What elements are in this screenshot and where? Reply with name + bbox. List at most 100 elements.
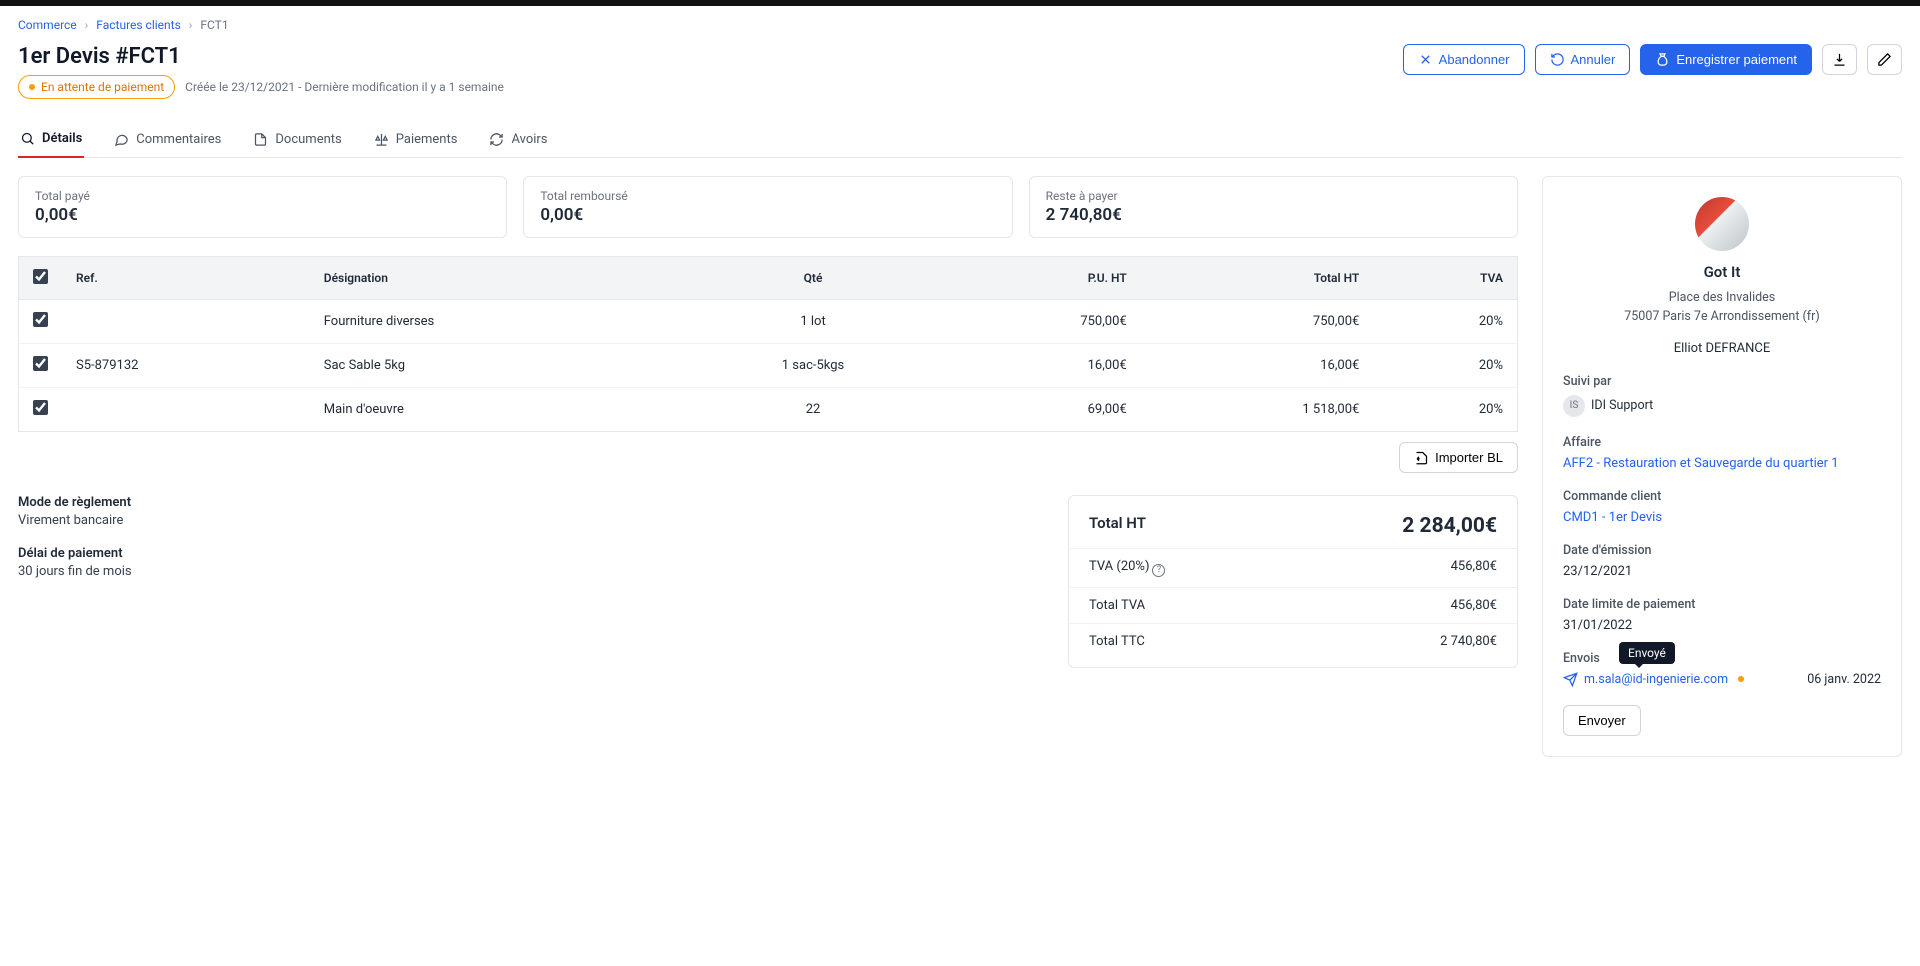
card-refunded-value: 0,00€ bbox=[540, 205, 995, 225]
card-total-refunded: Total remboursé 0,00€ bbox=[523, 176, 1012, 238]
cancel-button[interactable]: Annuler bbox=[1535, 44, 1631, 75]
envoi-tooltip: Envoyé bbox=[1619, 642, 1675, 664]
col-pu-ht: P.U. HT bbox=[937, 257, 1141, 300]
tab-documents[interactable]: Documents bbox=[251, 121, 343, 157]
status-badge: En attente de paiement bbox=[18, 75, 175, 99]
window-topbar bbox=[0, 0, 1920, 6]
card-refunded-label: Total remboursé bbox=[540, 189, 995, 203]
row-checkbox[interactable] bbox=[33, 356, 48, 371]
status-dot-icon bbox=[29, 84, 35, 90]
breadcrumb-invoices[interactable]: Factures clients bbox=[96, 18, 181, 32]
cell-pu: 750,00€ bbox=[937, 300, 1141, 344]
customer-address-line2: 75007 Paris 7e Arrondissement (fr) bbox=[1563, 308, 1881, 327]
cell-ref bbox=[62, 388, 310, 432]
order-label: Commande client bbox=[1563, 489, 1881, 504]
edit-button[interactable] bbox=[1867, 44, 1902, 75]
breadcrumb: Commerce › Factures clients › FCT1 bbox=[18, 12, 1902, 44]
envoi-email-link[interactable]: m.sala@id-ingenierie.com bbox=[1563, 672, 1744, 687]
select-all-checkbox[interactable] bbox=[33, 269, 48, 284]
follower-chip: IS IDI Support bbox=[1563, 395, 1653, 417]
cell-pu: 69,00€ bbox=[937, 388, 1141, 432]
register-payment-label: Enregistrer paiement bbox=[1676, 52, 1797, 67]
send-button[interactable]: Envoyer bbox=[1563, 705, 1641, 736]
followed-by-label: Suivi par bbox=[1563, 374, 1881, 389]
items-table: Ref. Désignation Qté P.U. HT Total HT TV… bbox=[18, 256, 1518, 432]
tab-payments[interactable]: Paiements bbox=[372, 121, 460, 157]
envoi-status-dot-icon bbox=[1738, 676, 1744, 682]
tab-details-label: Détails bbox=[42, 131, 82, 146]
chat-icon bbox=[114, 132, 129, 147]
tva20-value: 456,80€ bbox=[1451, 559, 1497, 577]
affaire-link[interactable]: AFF2 - Restauration et Sauvegarde du qua… bbox=[1563, 456, 1839, 471]
pencil-icon bbox=[1877, 52, 1892, 67]
ttc-value: 2 740,80€ bbox=[1440, 634, 1497, 649]
page-title: 1er Devis #FCT1 bbox=[18, 44, 504, 69]
table-row: Fourniture diverses1 lot750,00€750,00€20… bbox=[19, 300, 1518, 344]
row-checkbox[interactable] bbox=[33, 312, 48, 327]
undo-icon bbox=[1550, 52, 1565, 67]
cell-total: 1 518,00€ bbox=[1141, 388, 1374, 432]
col-qty: Qté bbox=[689, 257, 937, 300]
col-total-ht: Total HT bbox=[1141, 257, 1374, 300]
envois-label: Envois bbox=[1563, 651, 1881, 666]
customer-contact: Elliot DEFRANCE bbox=[1563, 341, 1881, 356]
payment-mode-label: Mode de règlement bbox=[18, 495, 1038, 510]
cell-total: 750,00€ bbox=[1141, 300, 1374, 344]
emission-date-value: 23/12/2021 bbox=[1563, 564, 1881, 579]
cell-qty: 1 sac-5kgs bbox=[689, 344, 937, 388]
tab-credits[interactable]: Avoirs bbox=[487, 121, 549, 157]
created-meta: Créée le 23/12/2021 - Dernière modificat… bbox=[185, 80, 504, 94]
tab-details[interactable]: Détails bbox=[18, 121, 84, 158]
row-checkbox[interactable] bbox=[33, 400, 48, 415]
tabs: Détails Commentaires Documents Paiements… bbox=[18, 121, 1902, 158]
cell-designation: Fourniture diverses bbox=[310, 300, 689, 344]
document-icon bbox=[253, 132, 268, 147]
cell-qty: 1 lot bbox=[689, 300, 937, 344]
send-icon bbox=[1563, 672, 1578, 687]
affaire-label: Affaire bbox=[1563, 435, 1881, 450]
close-icon bbox=[1418, 52, 1433, 67]
import-icon bbox=[1414, 450, 1429, 465]
import-bl-button[interactable]: Importer BL bbox=[1399, 442, 1518, 473]
table-row: S5-879132Sac Sable 5kg1 sac-5kgs16,00€16… bbox=[19, 344, 1518, 388]
help-icon[interactable]: ? bbox=[1152, 564, 1165, 577]
emission-date-label: Date d'émission bbox=[1563, 543, 1881, 558]
download-button[interactable] bbox=[1822, 44, 1857, 75]
abandon-button[interactable]: Abandonner bbox=[1403, 44, 1525, 75]
table-row: Main d'oeuvre2269,00€1 518,00€20% bbox=[19, 388, 1518, 432]
chevron-right-icon: › bbox=[85, 18, 89, 32]
card-remaining-label: Reste à payer bbox=[1046, 189, 1501, 203]
cell-ref bbox=[62, 300, 310, 344]
breadcrumb-commerce[interactable]: Commerce bbox=[18, 18, 77, 32]
status-text: En attente de paiement bbox=[41, 80, 164, 94]
breadcrumb-current: FCT1 bbox=[200, 18, 228, 32]
customer-avatar bbox=[1695, 197, 1749, 251]
customer-name: Got It bbox=[1563, 263, 1881, 281]
cell-qty: 22 bbox=[689, 388, 937, 432]
card-paid-label: Total payé bbox=[35, 189, 490, 203]
tva-total-label: Total TVA bbox=[1089, 598, 1145, 613]
follower-avatar: IS bbox=[1563, 395, 1585, 417]
register-payment-button[interactable]: Enregistrer paiement bbox=[1640, 44, 1812, 75]
cell-tva: 20% bbox=[1373, 300, 1517, 344]
cell-designation: Main d'oeuvre bbox=[310, 388, 689, 432]
follower-name: IDI Support bbox=[1591, 398, 1653, 413]
card-paid-value: 0,00€ bbox=[35, 205, 490, 225]
total-ht-label: Total HT bbox=[1089, 514, 1146, 538]
money-bag-icon bbox=[1655, 52, 1670, 67]
cell-designation: Sac Sable 5kg bbox=[310, 344, 689, 388]
ttc-label: Total TTC bbox=[1089, 634, 1145, 649]
payment-delay-value: 30 jours fin de mois bbox=[18, 564, 1038, 579]
total-ht-value: 2 284,00€ bbox=[1402, 514, 1497, 538]
col-ref: Ref. bbox=[62, 257, 310, 300]
due-date-label: Date limite de paiement bbox=[1563, 597, 1881, 612]
tab-credits-label: Avoirs bbox=[511, 132, 547, 147]
chevron-right-icon: › bbox=[189, 18, 193, 32]
order-link[interactable]: CMD1 - 1er Devis bbox=[1563, 510, 1662, 525]
tab-documents-label: Documents bbox=[275, 132, 341, 147]
tab-comments[interactable]: Commentaires bbox=[112, 121, 223, 157]
cell-ref: S5-879132 bbox=[62, 344, 310, 388]
payment-delay-label: Délai de paiement bbox=[18, 546, 1038, 561]
abandon-label: Abandonner bbox=[1439, 52, 1510, 67]
envoi-email-text: m.sala@id-ingenierie.com bbox=[1584, 672, 1728, 687]
